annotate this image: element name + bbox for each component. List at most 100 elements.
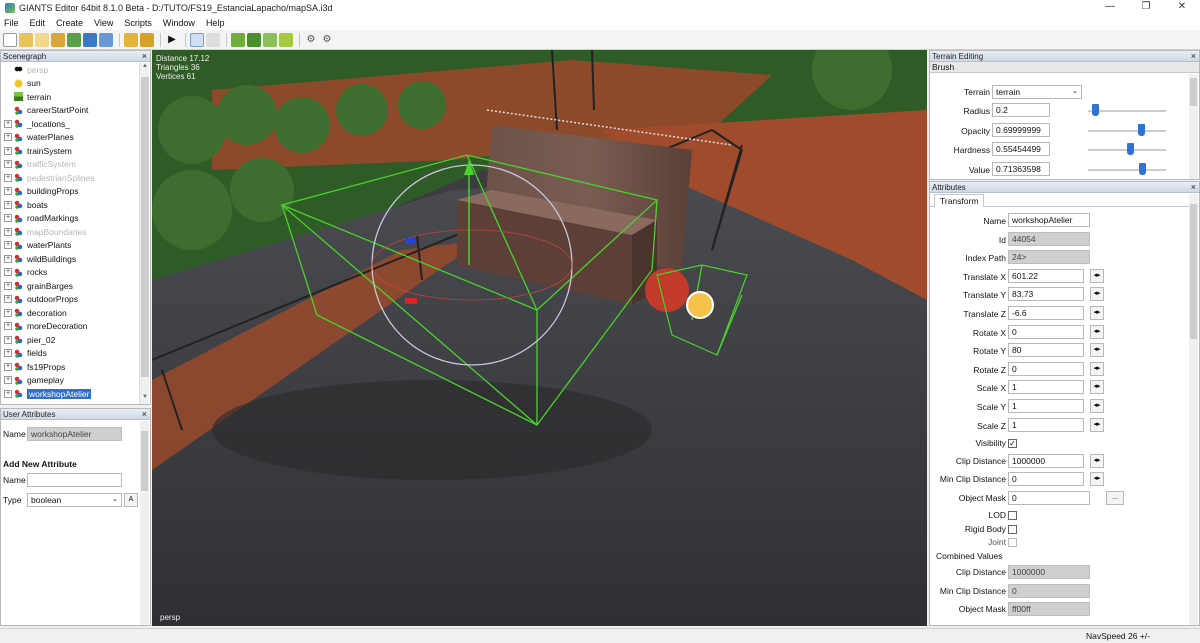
rotate-y-step-icon[interactable]: ◂▸: [1090, 343, 1104, 358]
terrain-hardness-input[interactable]: 0.55454499: [992, 142, 1050, 156]
rotate-x-step-icon[interactable]: ◂▸: [1090, 324, 1104, 339]
scenegraph-item[interactable]: + _locations_: [1, 117, 139, 131]
expand-plus-icon[interactable]: +: [4, 322, 12, 331]
expand-plus-icon[interactable]: +: [4, 119, 12, 128]
scenegraph-item[interactable]: + outdoorProps: [1, 293, 139, 307]
settings-gear-icon[interactable]: ⚙: [304, 33, 318, 47]
expand-plus-icon[interactable]: +: [4, 389, 12, 398]
attr-type-select[interactable]: boolean ⌄: [27, 493, 122, 507]
scenegraph-scrollbar[interactable]: ▲ ▼: [139, 63, 149, 404]
translate-y-step-icon[interactable]: ◂▸: [1090, 287, 1104, 302]
minimize-button[interactable]: —: [1092, 0, 1128, 16]
scrollbar-thumb[interactable]: [1190, 204, 1197, 339]
terrain-paint-icon[interactable]: [247, 32, 261, 47]
scenegraph-item[interactable]: + wildBuildings: [1, 252, 139, 266]
scale-z-step-icon[interactable]: ◂▸: [1090, 417, 1104, 432]
scenegraph-item[interactable]: careerStartPoint: [1, 104, 139, 118]
expand-plus-icon[interactable]: +: [4, 214, 12, 223]
scenegraph-item[interactable]: + gameplay: [1, 374, 139, 388]
options-gear-icon[interactable]: ⚙: [320, 33, 334, 47]
scenegraph-item[interactable]: persp: [1, 63, 139, 77]
terrain-radius-input[interactable]: 0.2: [992, 103, 1050, 117]
expand-plus-icon[interactable]: +: [4, 349, 12, 358]
terrain-radius-slider[interactable]: [1088, 103, 1166, 119]
terrain-value-slider[interactable]: [1088, 162, 1166, 178]
expand-plus-icon[interactable]: +: [4, 268, 12, 277]
menu-help[interactable]: Help: [206, 18, 225, 28]
scenegraph-item[interactable]: + decoration: [1, 306, 139, 320]
close-panel-icon[interactable]: ×: [1191, 51, 1196, 62]
undo-icon[interactable]: [124, 32, 138, 47]
scenegraph-item[interactable]: + waterPlanes: [1, 131, 139, 145]
scroll-down-icon[interactable]: ▼: [140, 394, 150, 404]
object-mask-browse-button[interactable]: ...: [1106, 491, 1124, 505]
expand-plus-icon[interactable]: +: [4, 146, 12, 155]
scenegraph-item[interactable]: + rocks: [1, 266, 139, 280]
rotate-y-input[interactable]: 80: [1008, 343, 1084, 358]
scenegraph-item[interactable]: + moreDecoration: [1, 320, 139, 334]
close-panel-icon[interactable]: ×: [142, 409, 147, 420]
terrain-value-input[interactable]: 0.71363598: [992, 161, 1050, 176]
scrollbar-thumb[interactable]: [1190, 78, 1197, 106]
expand-plus-icon[interactable]: +: [4, 241, 12, 250]
slider-knob[interactable]: [1137, 123, 1145, 136]
terrain-opacity-input[interactable]: 0.69999999: [992, 122, 1050, 137]
translate-x-input[interactable]: 601.22: [1008, 268, 1084, 283]
terrain-sculpt-icon[interactable]: [231, 32, 245, 47]
slider-knob[interactable]: [1091, 104, 1099, 116]
3d-viewport[interactable]: Distance 17.12 Triangles 36 Vertices 61 …: [152, 50, 927, 626]
expand-plus-icon[interactable]: +: [4, 133, 12, 142]
refresh-icon[interactable]: [67, 32, 81, 47]
expand-plus-icon[interactable]: +: [4, 308, 12, 317]
foliage-paint-icon[interactable]: [263, 32, 277, 47]
redo-icon[interactable]: [140, 32, 154, 47]
attributes-scrollbar[interactable]: [1189, 194, 1198, 625]
translate-z-step-icon[interactable]: ◂▸: [1090, 306, 1104, 320]
scrollbar-thumb[interactable]: [141, 431, 148, 491]
scenegraph-item[interactable]: + trainSystem: [1, 144, 139, 158]
new-file-icon[interactable]: [3, 32, 17, 47]
expand-plus-icon[interactable]: +: [4, 295, 12, 304]
name-input[interactable]: workshopAtelier: [1008, 213, 1090, 227]
scale-x-step-icon[interactable]: ◂▸: [1090, 380, 1104, 395]
close-button[interactable]: ✕: [1164, 0, 1200, 16]
visibility-checkbox[interactable]: ✓: [1008, 439, 1017, 448]
translate-x-step-icon[interactable]: ◂▸: [1090, 268, 1104, 283]
object-paint-icon[interactable]: [279, 32, 293, 47]
scenegraph-item[interactable]: + workshopAtelier: [1, 387, 139, 401]
clip-distance-step-icon[interactable]: ◂▸: [1090, 454, 1104, 468]
lock-icon[interactable]: [206, 32, 220, 47]
rotate-z-step-icon[interactable]: ◂▸: [1090, 361, 1104, 376]
menu-view[interactable]: View: [94, 18, 113, 28]
menu-create[interactable]: Create: [56, 18, 83, 28]
scenegraph-item[interactable]: sun: [1, 77, 139, 91]
translate-y-input[interactable]: 83.73: [1008, 287, 1084, 302]
terrain-select[interactable]: terrain ⌄: [992, 85, 1082, 99]
scale-z-input[interactable]: 1: [1008, 417, 1084, 432]
scenegraph-item[interactable]: + buildingProps: [1, 185, 139, 199]
scenegraph-item[interactable]: + boats: [1, 198, 139, 212]
menu-scripts[interactable]: Scripts: [124, 18, 152, 28]
save-as-icon[interactable]: [99, 32, 113, 47]
slider-knob[interactable]: [1138, 162, 1146, 175]
save-icon[interactable]: [83, 32, 97, 47]
menu-window[interactable]: Window: [163, 18, 195, 28]
scale-y-input[interactable]: 1: [1008, 399, 1084, 413]
maximize-button[interactable]: ❐: [1128, 0, 1164, 16]
scenegraph-item[interactable]: + fs19Props: [1, 360, 139, 374]
tab-transform[interactable]: Transform: [934, 194, 985, 207]
expand-plus-icon[interactable]: +: [4, 160, 12, 169]
expand-plus-icon[interactable]: +: [4, 254, 12, 263]
translate-z-input[interactable]: -6.6: [1008, 306, 1084, 320]
scenegraph-item[interactable]: + trafficSystem: [1, 158, 139, 172]
terrain-scrollbar[interactable]: [1189, 74, 1198, 179]
expand-plus-icon[interactable]: +: [4, 362, 12, 371]
clip-distance-input[interactable]: 1000000: [1008, 454, 1084, 468]
expand-plus-icon[interactable]: +: [4, 376, 12, 385]
rigid-body-checkbox[interactable]: [1008, 525, 1017, 534]
joint-checkbox[interactable]: [1008, 538, 1017, 547]
export-icon[interactable]: [51, 32, 65, 47]
import-icon[interactable]: [35, 32, 49, 47]
open-folder-icon[interactable]: [19, 32, 33, 47]
scenegraph-item[interactable]: + waterPlants: [1, 239, 139, 253]
